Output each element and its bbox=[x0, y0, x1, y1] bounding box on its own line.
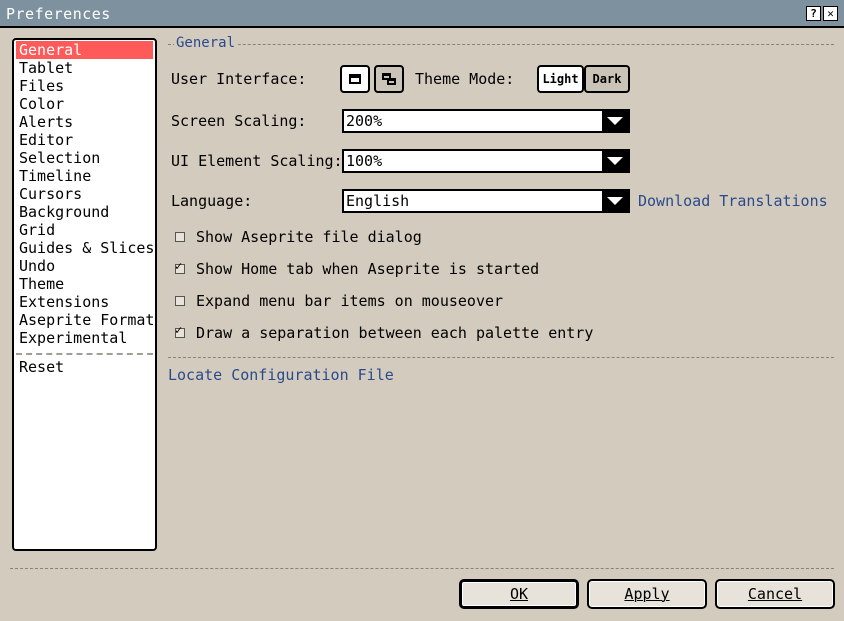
apply-button[interactable]: Apply bbox=[587, 579, 707, 609]
ui-element-scaling-label: UI Element Scaling: bbox=[171, 152, 343, 170]
language-select[interactable]: English bbox=[342, 189, 630, 213]
show-home-tab-checkbox[interactable] bbox=[175, 259, 185, 274]
ok-button-label: OK bbox=[509, 585, 529, 603]
show-file-dialog-checkbox[interactable] bbox=[175, 232, 185, 242]
draw-palette-separation-checkbox[interactable] bbox=[175, 323, 185, 338]
screen-scaling-value: 200% bbox=[346, 112, 383, 130]
sidebar-item-reset[interactable]: Reset bbox=[16, 358, 153, 376]
preferences-sidebar: General Tablet Files Color Alerts Editor… bbox=[12, 38, 157, 551]
multiple-windows-mode-button[interactable] bbox=[374, 65, 404, 93]
single-window-mode-button[interactable] bbox=[340, 65, 370, 93]
sidebar-item-guides-slices[interactable]: Guides & Slices bbox=[16, 239, 154, 257]
language-label: Language: bbox=[171, 192, 253, 210]
window-title: Preferences bbox=[6, 5, 111, 23]
screen-scaling-label: Screen Scaling: bbox=[171, 112, 307, 130]
sidebar-item-cursors[interactable]: Cursors bbox=[16, 185, 153, 203]
user-interface-label: User Interface: bbox=[171, 70, 307, 88]
expand-menu-bar-checkbox[interactable] bbox=[175, 296, 185, 306]
sidebar-item-alerts[interactable]: Alerts bbox=[16, 113, 153, 131]
locate-configuration-file-link[interactable]: Locate Configuration File bbox=[168, 366, 394, 384]
cancel-button[interactable]: Cancel bbox=[715, 579, 835, 609]
sidebar-divider bbox=[16, 353, 153, 355]
screen-scaling-select[interactable]: 200% bbox=[342, 109, 630, 133]
ui-element-scaling-select[interactable]: 100% bbox=[342, 149, 630, 173]
chevron-down-icon[interactable] bbox=[602, 151, 628, 171]
sidebar-item-background[interactable]: Background bbox=[16, 203, 153, 221]
title-bar[interactable]: Preferences ? ✕ bbox=[0, 0, 844, 28]
cancel-button-label: Cancel bbox=[747, 585, 803, 603]
chevron-down-icon[interactable] bbox=[602, 111, 628, 131]
single-window-icon bbox=[349, 74, 361, 84]
ok-button[interactable]: OK bbox=[459, 579, 579, 609]
sidebar-item-timeline[interactable]: Timeline bbox=[16, 167, 153, 185]
sidebar-item-theme[interactable]: Theme bbox=[16, 275, 153, 293]
sidebar-item-editor[interactable]: Editor bbox=[16, 131, 153, 149]
expand-menu-bar-label[interactable]: Expand menu bar items on mouseover bbox=[196, 292, 503, 310]
download-translations-link[interactable]: Download Translations bbox=[638, 192, 828, 210]
draw-palette-separation-label[interactable]: Draw a separation between each palette e… bbox=[196, 324, 593, 342]
footer-divider bbox=[10, 568, 834, 569]
apply-button-label: Apply bbox=[624, 585, 670, 603]
show-file-dialog-label[interactable]: Show Aseprite file dialog bbox=[196, 228, 422, 246]
sidebar-item-selection[interactable]: Selection bbox=[16, 149, 153, 167]
sidebar-item-grid[interactable]: Grid bbox=[16, 221, 153, 239]
theme-light-button[interactable]: Light bbox=[537, 65, 584, 93]
multiple-windows-icon bbox=[382, 73, 396, 85]
sidebar-item-color[interactable]: Color bbox=[16, 95, 153, 113]
section-title: General bbox=[174, 35, 238, 51]
general-section-header: General bbox=[168, 35, 834, 53]
theme-dark-button[interactable]: Dark bbox=[584, 65, 630, 93]
show-home-tab-label[interactable]: Show Home tab when Aseprite is started bbox=[196, 260, 539, 278]
help-icon[interactable]: ? bbox=[806, 6, 821, 21]
language-value: English bbox=[346, 192, 410, 210]
sidebar-item-files[interactable]: Files bbox=[16, 77, 153, 95]
section-divider bbox=[168, 44, 834, 45]
sidebar-item-general[interactable]: General bbox=[16, 41, 153, 59]
content-divider bbox=[168, 357, 834, 358]
sidebar-item-extensions[interactable]: Extensions bbox=[16, 293, 153, 311]
close-icon[interactable]: ✕ bbox=[823, 6, 838, 21]
sidebar-item-undo[interactable]: Undo bbox=[16, 257, 153, 275]
theme-mode-label: Theme Mode: bbox=[415, 70, 515, 88]
ui-element-scaling-value: 100% bbox=[346, 152, 383, 170]
sidebar-item-aseprite-format[interactable]: Aseprite Format bbox=[16, 311, 154, 329]
sidebar-item-experimental[interactable]: Experimental bbox=[16, 329, 153, 347]
sidebar-item-tablet[interactable]: Tablet bbox=[16, 59, 153, 77]
chevron-down-icon[interactable] bbox=[602, 191, 628, 211]
